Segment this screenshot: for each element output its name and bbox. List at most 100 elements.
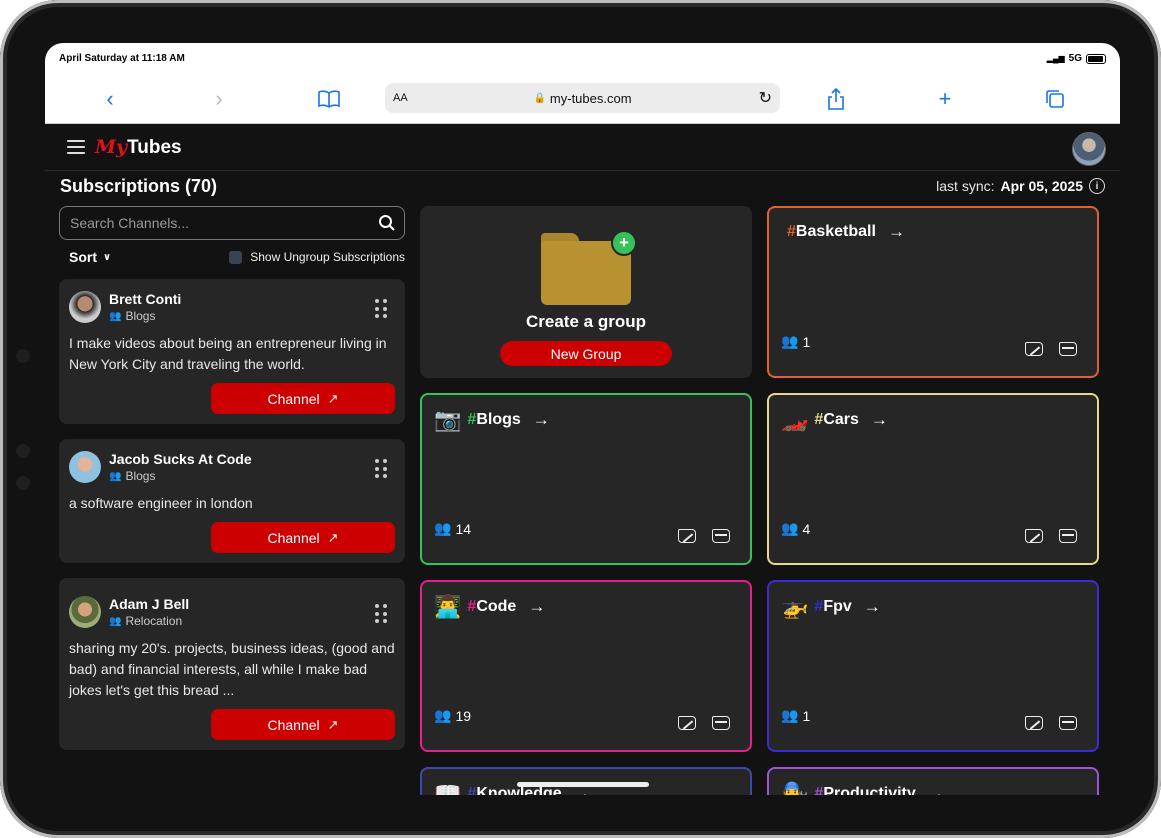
channel-group-label: Blogs (125, 469, 156, 483)
folder-add-icon: + (541, 230, 637, 305)
create-group-title: Create a group (526, 312, 646, 331)
url-text: my-tubes.com (549, 90, 632, 106)
drag-handle-icon[interactable] (375, 299, 387, 319)
drag-handle-icon[interactable] (375, 604, 387, 624)
search-icon[interactable] (378, 214, 396, 232)
group-actions (1025, 716, 1077, 730)
tabs-overview-icon[interactable] (1042, 86, 1068, 112)
channel-name[interactable]: Adam J Bell (109, 596, 189, 612)
channel-button-label: Channel (267, 716, 320, 733)
user-avatar[interactable] (1072, 132, 1106, 166)
group-card[interactable]: 📖 #Knowledge → (420, 767, 752, 795)
group-card[interactable]: 📷 #Blogs → 👥 14 (420, 393, 752, 565)
external-link-icon: ↗ (327, 529, 339, 545)
edit-folder-icon[interactable] (678, 529, 696, 543)
hash-symbol: # (814, 411, 824, 428)
search-input[interactable] (68, 214, 378, 232)
ungroup-checkbox[interactable] (229, 250, 243, 264)
open-folder-icon[interactable] (1059, 716, 1077, 730)
people-icon: 👥 (434, 707, 452, 723)
open-folder-icon[interactable] (712, 529, 730, 543)
group-title[interactable]: 🏎️ #Cars → (781, 409, 888, 431)
group-emoji: 🏎️ (781, 407, 809, 432)
hash-symbol: # (467, 411, 477, 428)
group-card[interactable]: 🏎️ #Cars → 👥 4 (767, 393, 1099, 565)
people-icon: 👥 (781, 707, 799, 723)
group-title[interactable]: 👨‍💻 #Code → (434, 596, 545, 618)
hash-symbol: # (814, 598, 824, 615)
channel-card: Adam J Bell 👥 Relocation sharing my 20's.… (59, 578, 405, 750)
channel-avatar[interactable] (69, 451, 101, 483)
channel-button[interactable]: Channel ↗ (211, 522, 395, 553)
info-icon[interactable]: i (1089, 178, 1105, 194)
channel-avatar[interactable] (69, 291, 101, 323)
ungroup-toggle[interactable]: Show Ungroup Subscriptions (229, 250, 405, 264)
channel-button[interactable]: Channel ↗ (211, 709, 395, 740)
group-name: Fpv (823, 598, 852, 615)
group-icon: 👥 (109, 470, 122, 482)
external-link-icon: ↗ (327, 716, 339, 732)
channel-name[interactable]: Brett Conti (109, 291, 181, 307)
group-icon: 👥 (109, 310, 122, 322)
channel-button[interactable]: Channel ↗ (211, 383, 395, 414)
reader-aa-button[interactable]: AA (393, 92, 408, 104)
url-bar[interactable]: AA 🔒 my-tubes.com ↻ (385, 83, 780, 113)
group-card[interactable]: 🚁 #Fpv → 👥 1 (767, 580, 1099, 752)
open-folder-icon[interactable] (712, 716, 730, 730)
group-emoji: 🚁 (781, 594, 809, 619)
channel-name[interactable]: Jacob Sucks At Code (109, 451, 252, 467)
top-button-right (150, 0, 198, 3)
bookmarks-icon[interactable] (316, 86, 342, 112)
group-card[interactable]: 🧑‍🔧 #Productivity → (767, 767, 1099, 795)
bezel-sensor (16, 476, 30, 490)
sort-dropdown[interactable]: Sort ∨ (69, 249, 111, 265)
app-logo[interactable]: My Tubes (95, 136, 182, 159)
arrow-right-icon: → (532, 410, 550, 429)
share-icon[interactable] (823, 86, 849, 112)
hash-symbol: # (467, 598, 477, 615)
group-name: Basketball (795, 223, 876, 240)
edit-folder-icon[interactable] (1025, 716, 1043, 730)
top-button-left (95, 0, 143, 3)
create-group-card[interactable]: + Create a group New Group (420, 206, 752, 378)
group-actions (1025, 342, 1077, 356)
group-actions (678, 529, 730, 543)
channel-description: sharing my 20's. projects, business idea… (69, 640, 395, 698)
ungroup-label: Show Ungroup Subscriptions (250, 250, 405, 264)
back-icon[interactable]: ‹ (97, 86, 123, 112)
sort-row: Sort ∨ Show Ungroup Subscriptions (59, 242, 405, 272)
edit-folder-icon[interactable] (678, 716, 696, 730)
forward-icon[interactable]: › (206, 86, 232, 112)
group-icon: 👥 (109, 615, 122, 627)
reload-icon[interactable]: ↻ (759, 88, 772, 108)
group-card[interactable]: 👨‍💻 #Code → 👥 19 (420, 580, 752, 752)
channel-avatar[interactable] (69, 596, 101, 628)
people-icon: 👥 (781, 520, 799, 536)
last-sync: last sync: Apr 05, 2025 i (936, 178, 1105, 194)
group-name: Blogs (476, 411, 521, 428)
open-folder-icon[interactable] (1059, 342, 1077, 356)
logo-my-text: My (95, 135, 128, 158)
new-tab-icon[interactable]: + (932, 86, 958, 112)
group-count-value: 14 (455, 520, 472, 537)
new-group-button[interactable]: New Group (500, 341, 672, 366)
arrow-right-icon: → (927, 784, 945, 795)
open-folder-icon[interactable] (1059, 529, 1077, 543)
edit-folder-icon[interactable] (1025, 529, 1043, 543)
edit-folder-icon[interactable] (1025, 342, 1043, 356)
channel-card: Jacob Sucks At Code 👥 Blogs a software en… (59, 439, 405, 563)
menu-icon[interactable] (67, 140, 85, 154)
group-title[interactable]: 🧑‍🔧 #Productivity → (781, 783, 945, 796)
group-title[interactable]: 📷 #Blogs → (434, 409, 550, 431)
channel-group: 👥 Blogs (109, 309, 181, 323)
group-name: Code (476, 598, 517, 615)
group-title[interactable]: 🚁 #Fpv → (781, 596, 881, 618)
group-emoji: 👨‍💻 (434, 594, 462, 619)
group-name: Cars (823, 411, 859, 428)
last-sync-date: Apr 05, 2025 (1000, 178, 1084, 194)
group-count-value: 1 (802, 707, 811, 724)
group-title[interactable]: #Basketball → (781, 222, 905, 242)
channel-description: I make videos about being an entrepreneu… (69, 335, 387, 372)
group-card[interactable]: #Basketball → 👥 1 (767, 206, 1099, 378)
drag-handle-icon[interactable] (375, 459, 387, 479)
